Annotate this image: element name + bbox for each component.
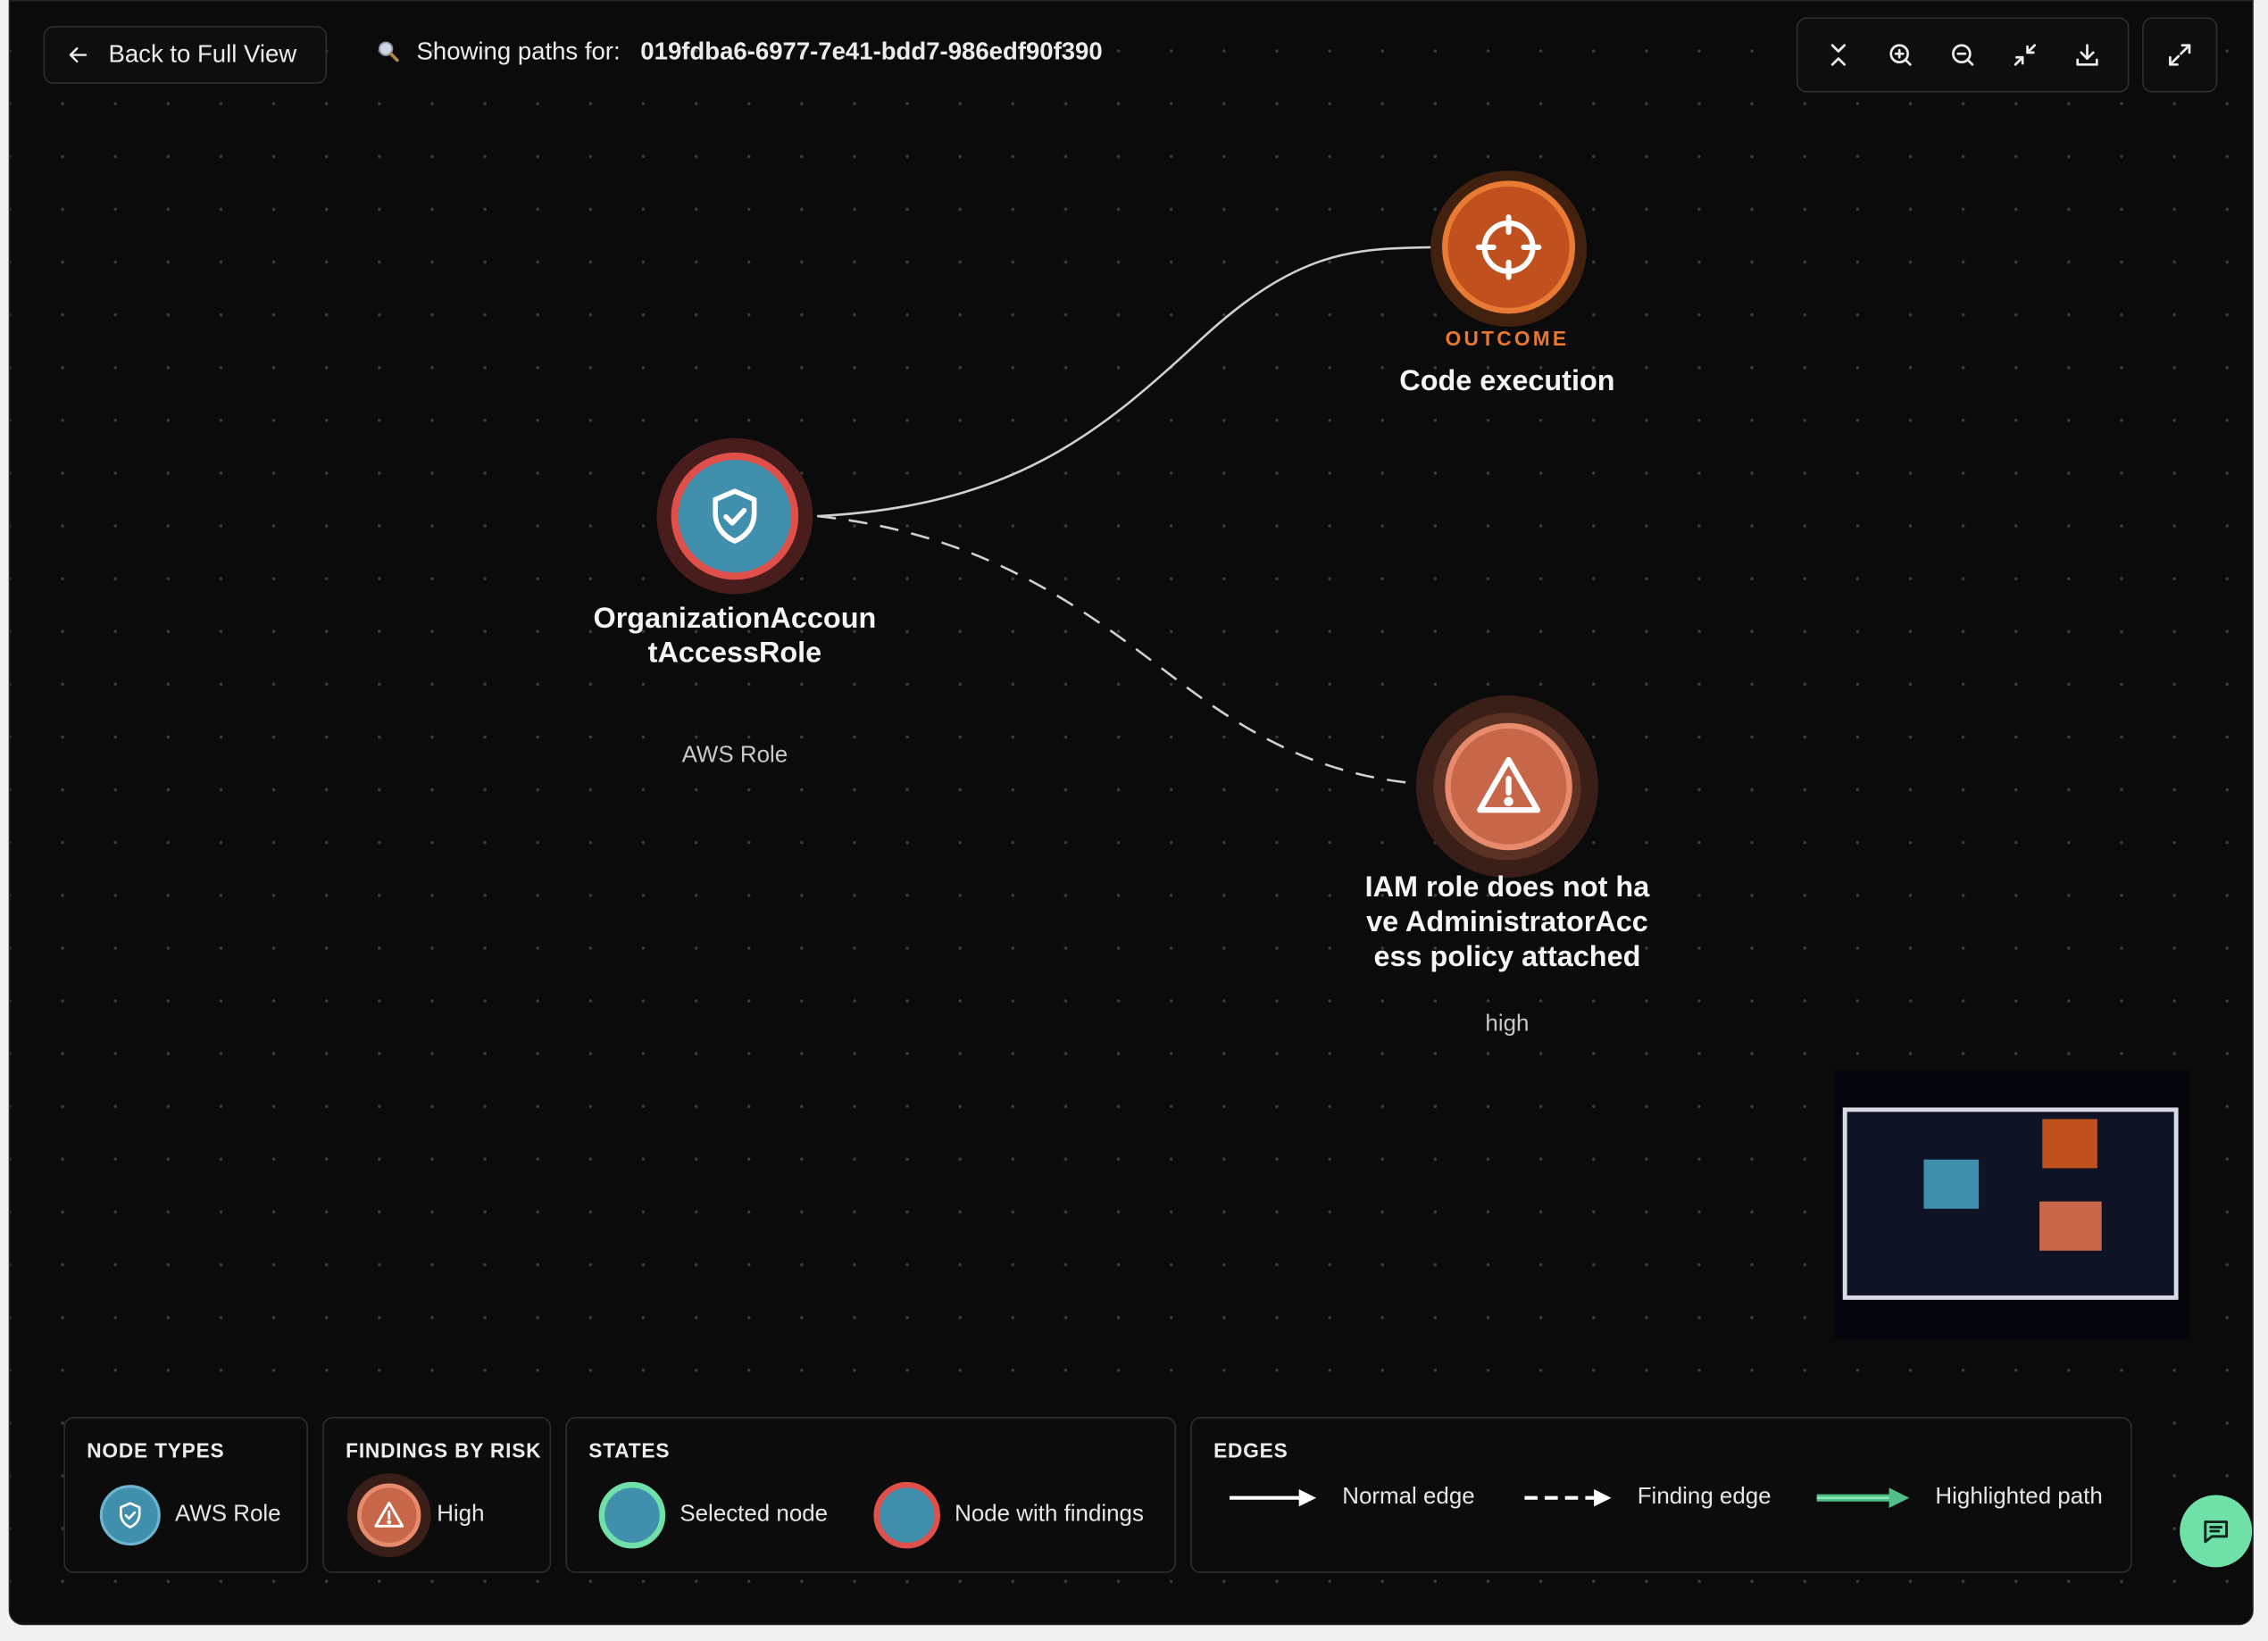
- legend-node-types-title: NODE TYPES: [87, 1438, 225, 1462]
- aws-role-node[interactable]: [671, 452, 799, 580]
- warning-icon: [374, 1501, 404, 1528]
- zoom-in-icon: [1889, 44, 1912, 66]
- legend-high-risk-inner: [357, 1483, 421, 1547]
- collapse-vertical-icon: [1830, 44, 1846, 66]
- role-node-type: AWS Role: [681, 743, 788, 768]
- legend-states: STATES Selected node Node with findings: [565, 1417, 1176, 1573]
- finding-node[interactable]: [1445, 722, 1572, 851]
- warning-icon: [1477, 756, 1541, 813]
- fullscreen-button[interactable]: [2142, 17, 2218, 93]
- finding-node-title: IAM role does not have AdministratorAcce…: [1364, 871, 1650, 973]
- legend-aws-role-label: AWS Role: [175, 1502, 281, 1528]
- collapse-button[interactable]: [1818, 35, 1858, 75]
- legend-node-types: NODE TYPES AWS Role: [63, 1417, 309, 1573]
- app-root: Back to Full View Showing paths for: 019…: [0, 0, 2268, 1641]
- back-to-full-view-button[interactable]: Back to Full View: [43, 26, 328, 84]
- minimap-viewport[interactable]: [1842, 1107, 2179, 1300]
- legend-edges: EDGES Normal edge Finding edge Highlight…: [1190, 1417, 2132, 1573]
- legend-high-risk: High: [346, 1473, 485, 1558]
- minimap-finding-node: [2039, 1201, 2102, 1251]
- legend-highlighted-path-label: Highlighted path: [1935, 1485, 2103, 1510]
- arrow-left-icon: [69, 47, 88, 63]
- graph-toolbar: [1796, 17, 2130, 93]
- legend-findings-by-risk: FINDINGS BY RISK High: [322, 1417, 552, 1573]
- fit-view-button[interactable]: [2005, 35, 2045, 75]
- zoom-out-icon: [1952, 44, 1974, 66]
- minimize-icon: [2014, 44, 2037, 66]
- outcome-node-kind: OUTCOME: [1445, 326, 1570, 350]
- chat-icon: [2204, 1520, 2229, 1544]
- path-filter-prefix: Showing paths for:: [416, 37, 621, 65]
- download-icon: [2076, 44, 2099, 66]
- download-button[interactable]: [2067, 35, 2107, 75]
- legend-finding-edge-label: Finding edge: [1637, 1485, 1772, 1510]
- minimap[interactable]: [1834, 1070, 2190, 1339]
- crosshair-icon: [1475, 214, 1542, 280]
- legend-selected-node-label: Selected node: [680, 1502, 829, 1528]
- legend-findings-title: FINDINGS BY RISK: [346, 1438, 542, 1462]
- shield-check-icon: [120, 1502, 141, 1529]
- minimap-role-node: [1923, 1159, 1980, 1209]
- legend-states-title: STATES: [588, 1438, 671, 1462]
- legend-selected-node: Selected node: [598, 1481, 829, 1549]
- legend-aws-role-swatch: [99, 1485, 161, 1546]
- legend-selected-node-swatch: [598, 1481, 666, 1549]
- magnifier-icon: [378, 41, 399, 62]
- legend-edges-title: EDGES: [1213, 1438, 1288, 1462]
- zoom-out-button[interactable]: [1942, 35, 1982, 75]
- graph-canvas[interactable]: [8, 0, 2254, 1626]
- legend-aws-role: AWS Role: [99, 1485, 281, 1546]
- outcome-node[interactable]: [1442, 180, 1576, 314]
- legend-normal-edge-label: Normal edge: [1342, 1485, 1475, 1510]
- role-node-title: OrganizationAccountAccessRole: [593, 603, 877, 670]
- legend-node-with-findings: Node with findings: [873, 1481, 1144, 1549]
- shield-check-icon: [713, 488, 757, 544]
- legend-high-risk-swatch: [346, 1473, 431, 1558]
- legend-normal-edge: Normal edge: [1229, 1485, 1475, 1511]
- fullscreen-icon: [2169, 44, 2191, 66]
- dashed-arrow-icon: [1524, 1488, 1612, 1507]
- chat-button[interactable]: [2180, 1495, 2253, 1568]
- legend-finding-edge: Finding edge: [1524, 1485, 1772, 1511]
- outcome-node-title: Code execution: [1399, 365, 1615, 398]
- minimap-outcome-node: [2042, 1119, 2097, 1169]
- attack-path-view: Back to Full View Showing paths for: 019…: [0, 0, 2268, 1641]
- legend-node-with-findings-swatch: [873, 1481, 940, 1549]
- highlighted-arrow-icon: [1816, 1487, 1910, 1509]
- path-filter-info: Showing paths for: 019fdba6-6977-7e41-bd…: [376, 37, 1103, 66]
- zoom-in-button[interactable]: [1880, 35, 1921, 75]
- legend-highlighted-path: Highlighted path: [1816, 1485, 2103, 1511]
- legend-high-risk-label: High: [437, 1502, 485, 1528]
- legend-node-with-findings-label: Node with findings: [955, 1502, 1144, 1528]
- finding-node-severity: high: [1485, 1012, 1530, 1037]
- solid-arrow-icon: [1229, 1488, 1317, 1507]
- path-filter-id: 019fdba6-6977-7e41-bdd7-986edf90f390: [640, 37, 1103, 65]
- back-button-label: Back to Full View: [108, 40, 297, 69]
